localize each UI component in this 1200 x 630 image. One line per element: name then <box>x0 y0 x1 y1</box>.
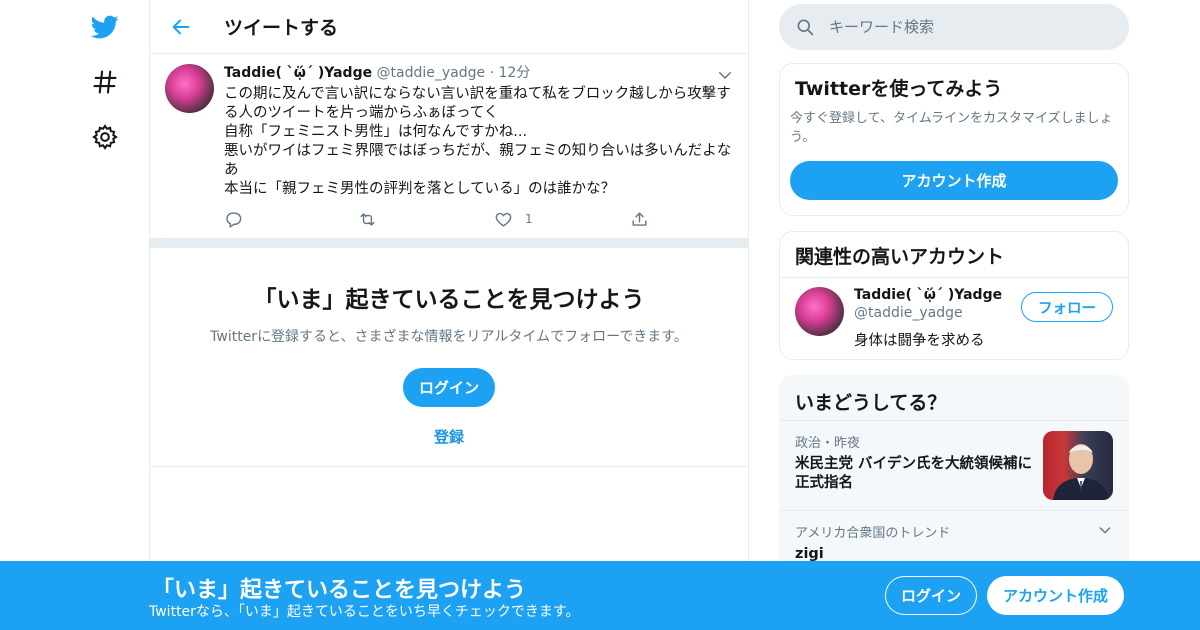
discover-section: 「いま」起きていることを見つけよう Twitterに登録すると、さまざまな情報を… <box>150 248 748 467</box>
tweet-text: この期に及んで言い訳にならない言い訳を重ねて私をブロック越しから攻撃する人のツイ… <box>224 85 734 199</box>
main-column: ツイートする Taddie( ˋᾥˊ )Yadge @taddie_yadge … <box>149 0 749 630</box>
share-icon[interactable] <box>630 208 649 230</box>
discover-subtitle: Twitterに登録すると、さまざまな情報をリアルタイムでフォローできます。 <box>210 329 688 345</box>
trend-image[interactable] <box>1043 431 1113 500</box>
tweet-body: Taddie( ˋᾥˊ )Yadge @taddie_yadge · 12分 こ… <box>224 64 734 199</box>
column-header: ツイートする <box>150 0 748 54</box>
search-box[interactable] <box>779 4 1129 50</box>
trend-item[interactable]: 政治・昨夜 米民主党 バイデン氏を大統領候補に正式指名 <box>795 432 1035 493</box>
related-bio: 身体は闘争を求める <box>854 333 985 349</box>
meta-separator: · <box>489 65 495 81</box>
twitter-bird-icon[interactable] <box>88 10 122 44</box>
divider <box>780 277 1128 278</box>
divider <box>150 238 748 248</box>
tweet-line: 自称「フェミニスト男性」は何なんですかね... <box>224 124 528 140</box>
related-accounts-card: 関連性の高いアカウント Taddie( ˋᾥˊ )Yadge @taddie_y… <box>779 231 1129 360</box>
related-name[interactable]: Taddie( ˋᾥˊ )Yadge <box>854 287 1002 303</box>
trend-title[interactable]: 米民主党 バイデン氏を大統領候補に正式指名 <box>795 455 1035 493</box>
trend-item[interactable]: アメリカ合衆国のトレンド zigi <box>795 522 1095 564</box>
search-input[interactable] <box>829 18 1099 36</box>
back-arrow-icon[interactable] <box>166 12 196 42</box>
tweet-meta: Taddie( ˋᾥˊ )Yadge @taddie_yadge · 12分 <box>224 64 734 83</box>
like-button[interactable]: 1 <box>494 208 533 230</box>
chevron-down-icon[interactable] <box>716 66 734 84</box>
banner-login-button[interactable]: ログイン <box>885 576 977 615</box>
avatar[interactable] <box>795 287 844 336</box>
try-card-title: Twitterを使ってみよう <box>795 78 1003 100</box>
discover-title: 「いま」起きていることを見つけよう <box>253 287 645 313</box>
related-title: 関連性の高いアカウント <box>795 246 1005 268</box>
related-account-info[interactable]: Taddie( ˋᾥˊ )Yadge @taddie_yadge 身体は闘争を求… <box>854 287 1002 350</box>
banner-title: 「いま」起きていることを見つけよう <box>152 578 527 603</box>
tweet-actions: 1 <box>224 208 664 230</box>
trend-category: 政治・昨夜 <box>795 436 861 451</box>
heart-icon <box>495 212 512 227</box>
divider <box>780 510 1128 511</box>
try-twitter-card: Twitterを使ってみよう 今すぐ登録して、タイムラインをカスタマイズしましょ… <box>779 63 1129 216</box>
tweet-time[interactable]: 12分 <box>499 65 531 81</box>
like-count: 1 <box>525 212 533 226</box>
tweet-line: 悪いがワイはフェミ界隈ではぼっちだが、親フェミの知り合いは多いんだよなあ <box>224 143 732 178</box>
follow-button[interactable]: フォロー <box>1021 292 1113 322</box>
avatar[interactable] <box>165 64 214 113</box>
search-icon <box>797 19 814 36</box>
trend-category: アメリカ合衆国のトレンド <box>795 526 951 541</box>
login-button[interactable]: ログイン <box>403 368 495 407</box>
retweet-icon[interactable] <box>358 208 377 230</box>
try-card-text: 今すぐ登録して、タイムラインをカスタマイズしましょう。 <box>790 111 1113 145</box>
reply-icon[interactable] <box>224 208 243 230</box>
bottom-banner: 「いま」起きていることを見つけよう Twitterなら、「いま」起きていることを… <box>0 561 1200 630</box>
chevron-down-icon[interactable] <box>1097 522 1113 538</box>
author-handle[interactable]: @taddie_yadge <box>377 65 486 81</box>
create-account-button[interactable]: アカウント作成 <box>790 161 1118 200</box>
trends-card: いまどうしてる？ 政治・昨夜 米民主党 バイデン氏を大統領候補に正式指名 アメリ… <box>779 375 1129 575</box>
trends-title: いまどうしてる？ <box>795 392 947 414</box>
tweet-line: この期に及んで言い訳にならない言い訳を重ねて私をブロック越しから攻撃する人のツイ… <box>224 86 731 121</box>
gear-icon[interactable] <box>88 120 122 154</box>
divider <box>780 420 1128 421</box>
banner-signup-button[interactable]: アカウント作成 <box>987 576 1124 615</box>
banner-subtitle: Twitterなら、「いま」起きていることをいち早くチェックできます。 <box>149 604 580 620</box>
page-title: ツイートする <box>224 17 339 39</box>
left-nav <box>0 0 150 630</box>
tweet-line: 本当に「親フェミ男性の評判を落としている」のは誰かな？ <box>224 181 616 197</box>
register-link[interactable]: 登録 <box>150 426 748 447</box>
related-handle[interactable]: @taddie_yadge <box>854 305 1002 321</box>
hashtag-icon[interactable] <box>88 65 122 99</box>
author-name[interactable]: Taddie( ˋᾥˊ )Yadge <box>224 65 372 81</box>
